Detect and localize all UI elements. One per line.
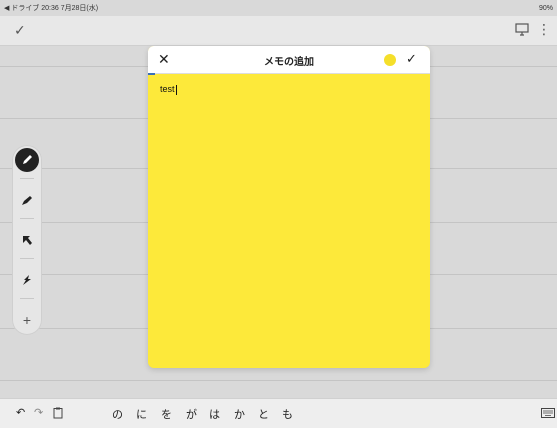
- text-caret: [175, 84, 177, 95]
- keyboard-icon[interactable]: [541, 407, 555, 419]
- status-bar: ◀ ドライブ 20:36 7月28日(水) 90%: [0, 0, 557, 16]
- arrow-icon: [23, 236, 32, 245]
- note-text: test: [160, 84, 175, 94]
- note-text-area[interactable]: test: [160, 84, 177, 95]
- laser-tool[interactable]: [15, 268, 39, 292]
- progress-indicator: [148, 73, 155, 75]
- plus-icon: +: [22, 312, 32, 328]
- suggestion-5[interactable]: か: [234, 406, 245, 422]
- top-toolbar: ✓ ⋮: [0, 16, 557, 46]
- redo-icon[interactable]: ↷: [34, 406, 43, 419]
- suggestion-7[interactable]: も: [282, 406, 293, 422]
- keyboard-suggestion-bar: ↶ ↷ の に を が は か と も: [0, 398, 557, 428]
- present-icon[interactable]: [515, 22, 529, 36]
- check-icon[interactable]: ✓: [14, 22, 26, 39]
- more-icon[interactable]: ⋮: [537, 21, 551, 38]
- suggestion-1[interactable]: に: [136, 406, 147, 422]
- suggestion-4[interactable]: は: [209, 406, 220, 422]
- battery-status: 90%: [538, 4, 553, 12]
- color-picker-button[interactable]: [384, 54, 396, 66]
- suggestion-2[interactable]: を: [161, 406, 172, 422]
- confirm-check-icon[interactable]: ✓: [406, 51, 417, 67]
- highlighter-tool[interactable]: [15, 188, 39, 212]
- pen-tool[interactable]: [15, 148, 39, 172]
- laser-icon: [23, 275, 31, 285]
- clipboard-icon[interactable]: [52, 407, 64, 419]
- pen-icon: [23, 155, 32, 164]
- suggestion-6[interactable]: と: [258, 406, 269, 422]
- add-tool[interactable]: +: [15, 308, 39, 332]
- suggestion-3[interactable]: が: [186, 406, 197, 422]
- note-dialog: ✕ メモの追加 ✓ test: [148, 46, 430, 368]
- marker-icon: [22, 196, 32, 205]
- left-toolbar: +: [12, 145, 42, 335]
- suggestion-0[interactable]: の: [112, 406, 123, 422]
- status-left: ◀ ドライブ 20:36 7月28日(水): [4, 5, 99, 12]
- dialog-header: ✕ メモの追加 ✓: [148, 46, 430, 74]
- undo-icon[interactable]: ↶: [16, 406, 25, 419]
- select-tool[interactable]: [15, 228, 39, 252]
